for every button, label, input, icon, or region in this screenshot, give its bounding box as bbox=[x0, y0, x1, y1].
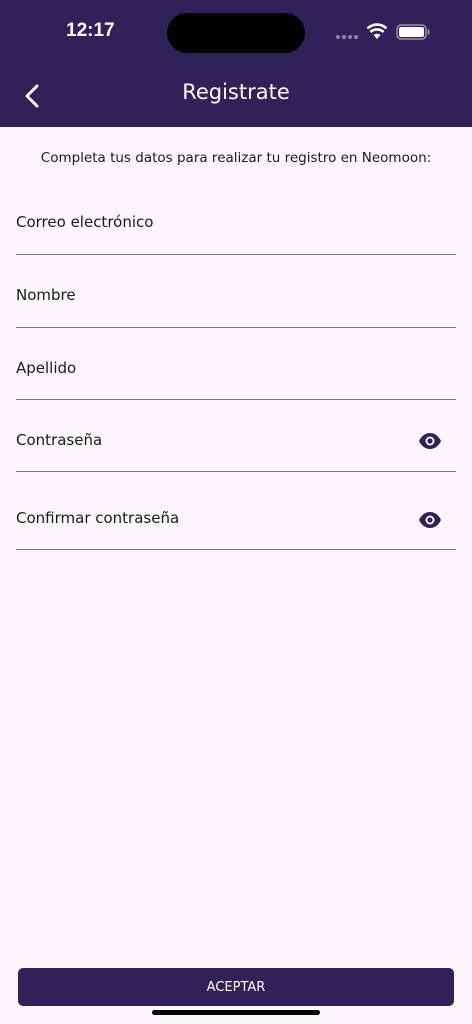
lastname-field-label: Apellido bbox=[16, 359, 77, 377]
battery-icon bbox=[396, 24, 430, 40]
eye-icon[interactable] bbox=[418, 511, 442, 529]
signal-dots-icon bbox=[336, 35, 358, 39]
confirm-password-field[interactable]: Confirmar contraseña bbox=[16, 490, 456, 550]
accept-button[interactable]: ACEPTAR bbox=[18, 968, 454, 1006]
dynamic-island bbox=[167, 13, 305, 53]
email-field[interactable]: Correo electrónico bbox=[16, 195, 456, 255]
page-title: Registrate bbox=[182, 80, 290, 104]
eye-icon[interactable] bbox=[418, 432, 442, 450]
name-field[interactable]: Nombre bbox=[16, 268, 456, 328]
name-field-label: Nombre bbox=[16, 286, 76, 304]
email-field-label: Correo electrónico bbox=[16, 213, 154, 231]
app-header: 12:17 Registrate bbox=[0, 0, 472, 127]
intro-text: Completa tus datos para realizar tu regi… bbox=[40, 150, 432, 166]
password-field-label: Contraseña bbox=[16, 431, 103, 449]
password-field[interactable]: Contraseña bbox=[16, 414, 456, 472]
lastname-field[interactable]: Apellido bbox=[16, 341, 456, 400]
confirm-password-field-label: Confirmar contraseña bbox=[16, 509, 180, 527]
status-time: 12:17 bbox=[66, 20, 115, 41]
wifi-icon bbox=[366, 23, 388, 39]
home-indicator bbox=[152, 1010, 320, 1015]
